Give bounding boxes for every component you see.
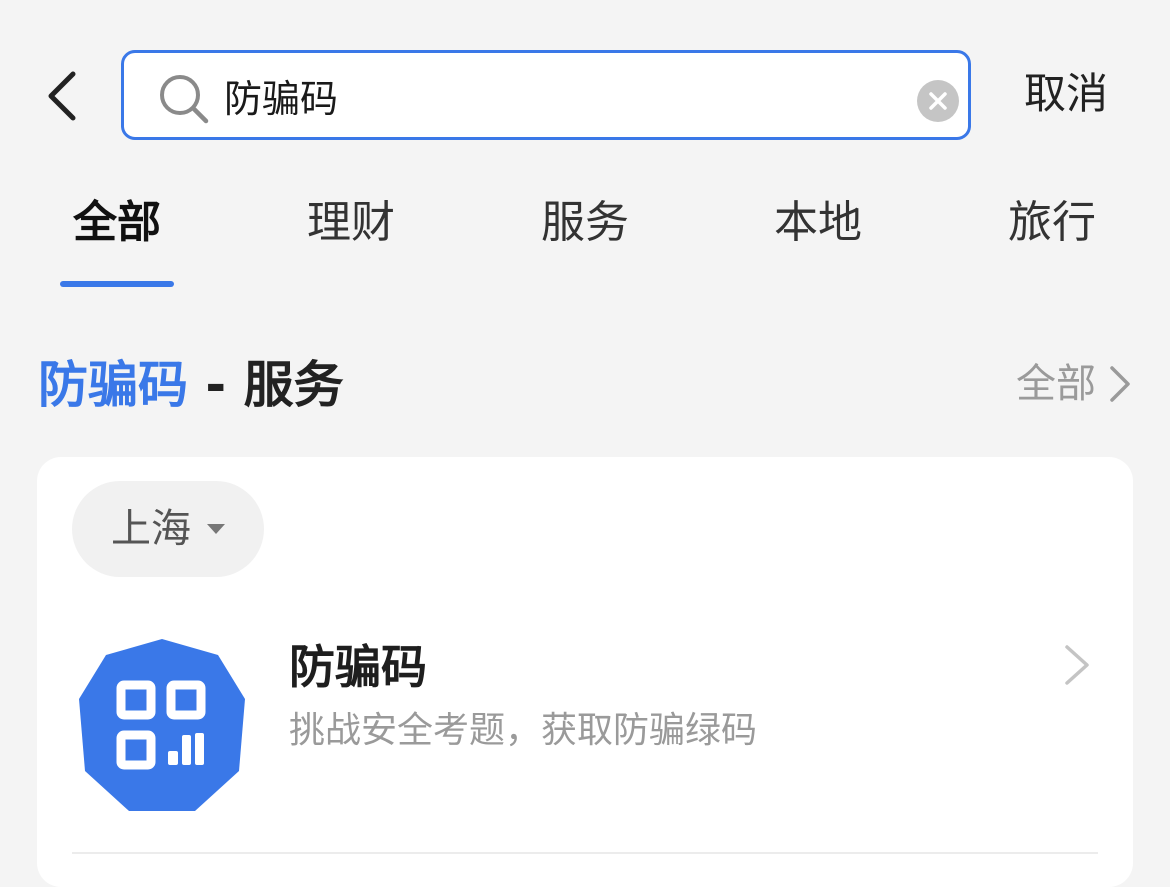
section-keyword: 防骗码	[38, 356, 188, 414]
active-tab-indicator	[60, 281, 174, 287]
chevron-right-icon	[1110, 366, 1130, 402]
search-icon	[160, 75, 209, 124]
tab-travel[interactable]: 旅行	[992, 188, 1112, 258]
search-box[interactable]	[121, 50, 971, 140]
tab-finance[interactable]: 理财	[291, 188, 411, 258]
tab-local[interactable]: 本地	[758, 188, 878, 258]
close-icon	[929, 92, 947, 110]
back-button[interactable]	[38, 66, 88, 126]
category-tabs: 全部 理财 服务 本地 旅行	[0, 188, 1170, 288]
service-name: 防骗码	[289, 640, 427, 694]
section-category: 服务	[243, 356, 344, 414]
divider	[72, 852, 1098, 854]
clear-search-button[interactable]	[917, 80, 959, 122]
section-separator: -	[188, 356, 244, 414]
caret-down-icon	[207, 524, 225, 534]
service-description: 挑战安全考题，获取防骗绿码	[289, 710, 758, 751]
city-label: 上海	[111, 506, 191, 552]
section-see-all-link[interactable]: 全部	[1016, 356, 1134, 412]
section-title: 防骗码 - 服务	[38, 350, 344, 420]
tab-all[interactable]: 全部	[57, 188, 177, 258]
qr-code-icon	[79, 639, 245, 811]
tab-services[interactable]: 服务	[525, 188, 645, 258]
service-results-card: 上海 防骗码 挑战安全考题，获取防骗绿码	[37, 457, 1133, 887]
cancel-button[interactable]: 取消	[1024, 64, 1108, 124]
section-see-all-label: 全部	[1016, 361, 1096, 407]
city-selector[interactable]: 上海	[72, 481, 264, 577]
chevron-left-icon	[48, 71, 76, 121]
chevron-right-icon	[1065, 645, 1089, 685]
search-input[interactable]	[224, 65, 904, 125]
